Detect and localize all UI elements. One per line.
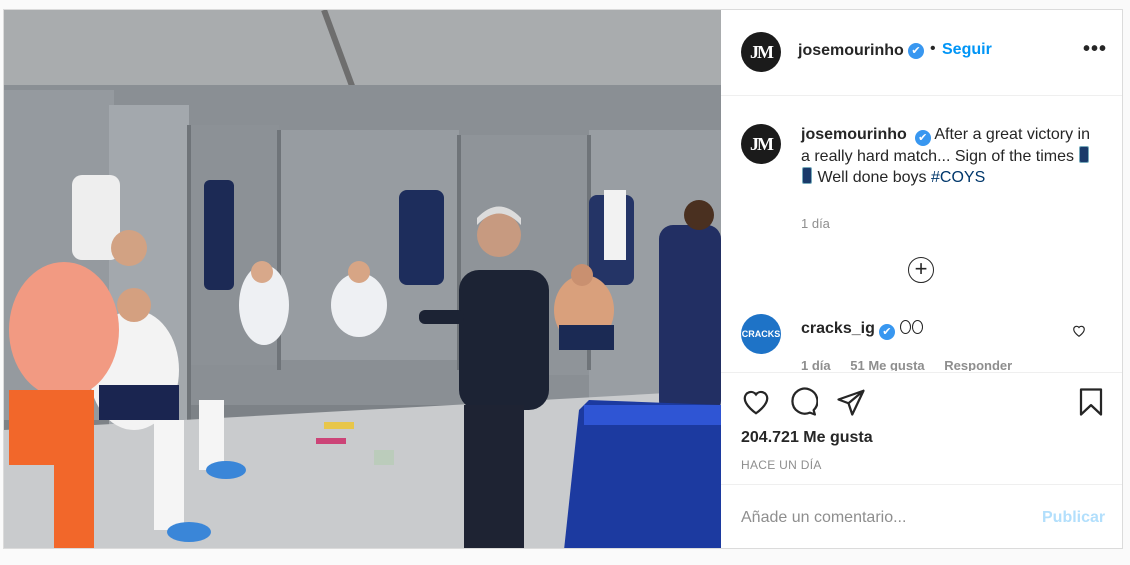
phone-emoji-icon	[802, 167, 812, 184]
add-comment-bar: Añade un comentario... Publicar	[721, 484, 1122, 548]
comment-text: cracks_ig ✔	[801, 320, 924, 340]
phone-emoji-icon	[1079, 146, 1090, 163]
comment-likes[interactable]: 51 Me gusta	[850, 358, 924, 371]
verified-badge-icon: ✔	[914, 130, 931, 146]
commenter-username[interactable]: cracks_ig	[801, 320, 875, 337]
caption-body-end: Well done boys	[817, 169, 927, 186]
comment-input[interactable]: Añade un comentario...	[741, 509, 906, 527]
post-sidebar: JM josemourinho ✔ • Seguir ••• JM josemo…	[721, 10, 1122, 548]
comment-item: CRACKS cracks_ig ✔ 1 día 51 Me gusta Resp…	[741, 314, 1101, 371]
author-avatar[interactable]: JM	[741, 32, 781, 72]
comment-time: 1 día	[801, 358, 831, 371]
comment-icon[interactable]	[788, 387, 818, 417]
post-timestamp: HACE UN DÍA	[741, 458, 822, 472]
caption-avatar[interactable]: JM	[741, 124, 781, 164]
reply-button[interactable]: Responder	[944, 358, 1012, 371]
more-options-icon[interactable]: •••	[1083, 38, 1107, 61]
post-header: JM josemourinho ✔ • Seguir •••	[721, 10, 1122, 96]
header-separator: •	[930, 40, 936, 57]
publish-button[interactable]: Publicar	[1042, 509, 1105, 527]
post-photo[interactable]	[4, 10, 721, 548]
heart-icon[interactable]	[741, 387, 771, 417]
follow-button[interactable]: Seguir	[942, 41, 992, 59]
comment-meta: 1 día 51 Me gusta Responder	[801, 358, 1028, 371]
hashtag-link[interactable]: #COYS	[931, 169, 985, 186]
like-comment-icon[interactable]	[1072, 324, 1086, 338]
caption-timestamp: 1 día	[801, 216, 830, 231]
verified-badge-icon: ✔	[878, 324, 895, 340]
share-icon[interactable]	[836, 387, 866, 417]
caption-username[interactable]: josemourinho	[801, 126, 907, 143]
comments-section[interactable]: JM josemourinho ✔ After a great victory i…	[721, 96, 1122, 371]
likes-count[interactable]: 204.721 Me gusta	[741, 429, 873, 447]
caption-text: josemourinho ✔ After a great victory in a…	[801, 124, 1091, 188]
commenter-avatar[interactable]: CRACKS	[741, 314, 781, 354]
load-more-comments-icon[interactable]: +	[908, 257, 934, 283]
bookmark-icon[interactable]	[1076, 387, 1106, 417]
eyes-emoji-icon	[900, 320, 912, 334]
action-bar: 204.721 Me gusta HACE UN DÍA	[721, 372, 1122, 485]
eyes-emoji-icon	[912, 320, 924, 334]
locker-room-photo	[4, 10, 721, 548]
verified-badge-icon: ✔	[908, 43, 924, 59]
author-username[interactable]: josemourinho	[798, 42, 904, 60]
instagram-post: JM josemourinho ✔ • Seguir ••• JM josemo…	[3, 9, 1123, 549]
